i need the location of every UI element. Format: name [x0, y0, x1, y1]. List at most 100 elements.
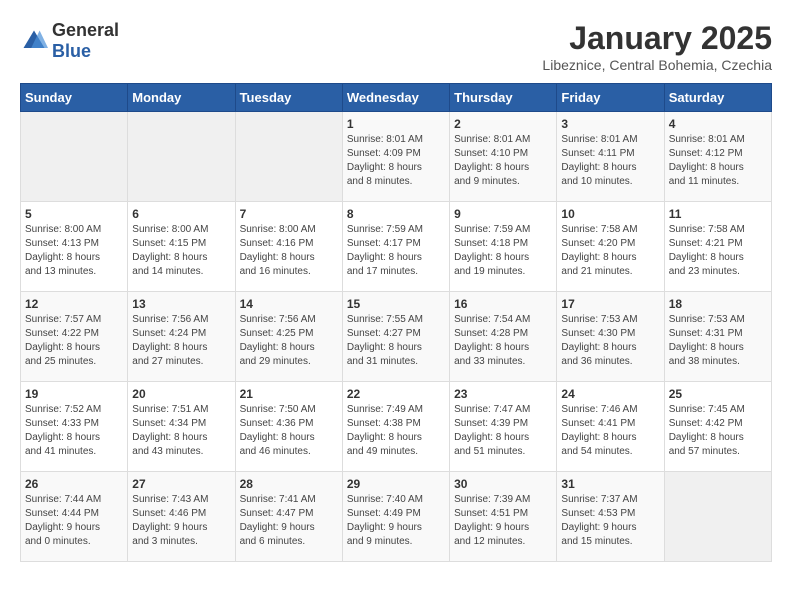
day-info: Sunrise: 7:59 AM Sunset: 4:18 PM Dayligh… [454, 223, 552, 279]
calendar-cell: 5 Sunrise: 8:00 AM Sunset: 4:13 PM Daylig… [21, 202, 128, 292]
day-info: Sunrise: 7:53 AM Sunset: 4:31 PM Dayligh… [669, 313, 767, 369]
calendar-cell: 30Sunrise: 7:39 AM Sunset: 4:51 PM Dayli… [450, 472, 557, 562]
calendar-cell: 4 Sunrise: 8:01 AM Sunset: 4:12 PM Daylig… [664, 112, 771, 202]
title-section: January 2025 Libeznice, Central Bohemia,… [542, 20, 772, 73]
day-number: 11 [669, 207, 767, 221]
day-info: Sunrise: 7:54 AM Sunset: 4:28 PM Dayligh… [454, 313, 552, 369]
day-info: Sunrise: 7:45 AM Sunset: 4:42 PM Dayligh… [669, 403, 767, 459]
calendar-cell: 27 Sunrise: 7:43 AM Sunset: 4:46 PM Dayli… [128, 472, 235, 562]
day-info: Sunrise: 7:50 AM Sunset: 4:36 PM Dayligh… [240, 403, 338, 459]
day-info: Sunrise: 8:00 AM Sunset: 4:16 PM Dayligh… [240, 223, 338, 279]
day-info: Sunrise: 7:56 AM Sunset: 4:24 PM Dayligh… [132, 313, 230, 369]
day-info: Sunrise: 7:58 AM Sunset: 4:21 PM Dayligh… [669, 223, 767, 279]
day-number: 19 [25, 387, 123, 401]
weekday-header: Tuesday [235, 84, 342, 112]
day-info: Sunrise: 7:56 AM Sunset: 4:25 PM Dayligh… [240, 313, 338, 369]
day-number: 27 [132, 477, 230, 491]
weekday-header: Saturday [664, 84, 771, 112]
day-number: 25 [669, 387, 767, 401]
calendar-cell: 20 Sunrise: 7:51 AM Sunset: 4:34 PM Dayli… [128, 382, 235, 472]
day-info: Sunrise: 8:01 AM Sunset: 4:12 PM Dayligh… [669, 133, 767, 189]
day-info: Sunrise: 8:00 AM Sunset: 4:13 PM Dayligh… [25, 223, 123, 279]
day-info: Sunrise: 7:49 AM Sunset: 4:38 PM Dayligh… [347, 403, 445, 459]
day-info: Sunrise: 7:58 AM Sunset: 4:20 PM Dayligh… [561, 223, 659, 279]
day-info: Sunrise: 7:41 AM Sunset: 4:47 PM Dayligh… [240, 493, 338, 549]
logo: General Blue [20, 20, 119, 62]
weekday-header: Sunday [21, 84, 128, 112]
day-number: 3 [561, 117, 659, 131]
day-number: 17 [561, 297, 659, 311]
day-number: 10 [561, 207, 659, 221]
day-number: 14 [240, 297, 338, 311]
day-number: 24 [561, 387, 659, 401]
calendar-cell: 21Sunrise: 7:50 AM Sunset: 4:36 PM Dayli… [235, 382, 342, 472]
weekday-header: Monday [128, 84, 235, 112]
day-number: 4 [669, 117, 767, 131]
day-info: Sunrise: 7:55 AM Sunset: 4:27 PM Dayligh… [347, 313, 445, 369]
weekday-header-row: SundayMondayTuesdayWednesdayThursdayFrid… [21, 84, 772, 112]
day-info: Sunrise: 8:00 AM Sunset: 4:15 PM Dayligh… [132, 223, 230, 279]
calendar-cell: 9Sunrise: 7:59 AM Sunset: 4:18 PM Daylig… [450, 202, 557, 292]
day-number: 18 [669, 297, 767, 311]
day-number: 22 [347, 387, 445, 401]
calendar-cell: 22 Sunrise: 7:49 AM Sunset: 4:38 PM Dayli… [342, 382, 449, 472]
day-info: Sunrise: 7:53 AM Sunset: 4:30 PM Dayligh… [561, 313, 659, 369]
calendar-cell [235, 112, 342, 202]
day-number: 13 [132, 297, 230, 311]
calendar-cell: 12 Sunrise: 7:57 AM Sunset: 4:22 PM Dayli… [21, 292, 128, 382]
calendar-week-row: 19 Sunrise: 7:52 AM Sunset: 4:33 PM Dayli… [21, 382, 772, 472]
weekday-header: Thursday [450, 84, 557, 112]
calendar-cell: 7 Sunrise: 8:00 AM Sunset: 4:16 PM Daylig… [235, 202, 342, 292]
day-info: Sunrise: 7:46 AM Sunset: 4:41 PM Dayligh… [561, 403, 659, 459]
calendar-cell [128, 112, 235, 202]
calendar-cell: 31Sunrise: 7:37 AM Sunset: 4:53 PM Dayli… [557, 472, 664, 562]
calendar-cell: 10 Sunrise: 7:58 AM Sunset: 4:20 PM Dayli… [557, 202, 664, 292]
day-info: Sunrise: 8:01 AM Sunset: 4:11 PM Dayligh… [561, 133, 659, 189]
calendar-cell: 1Sunrise: 8:01 AM Sunset: 4:09 PM Daylig… [342, 112, 449, 202]
calendar-week-row: 1Sunrise: 8:01 AM Sunset: 4:09 PM Daylig… [21, 112, 772, 202]
calendar-cell: 25 Sunrise: 7:45 AM Sunset: 4:42 PM Dayli… [664, 382, 771, 472]
day-number: 28 [240, 477, 338, 491]
calendar-cell: 23Sunrise: 7:47 AM Sunset: 4:39 PM Dayli… [450, 382, 557, 472]
day-info: Sunrise: 7:40 AM Sunset: 4:49 PM Dayligh… [347, 493, 445, 549]
logo-icon [20, 27, 48, 55]
day-info: Sunrise: 7:51 AM Sunset: 4:34 PM Dayligh… [132, 403, 230, 459]
calendar-cell: 14 Sunrise: 7:56 AM Sunset: 4:25 PM Dayli… [235, 292, 342, 382]
calendar-cell: 24 Sunrise: 7:46 AM Sunset: 4:41 PM Dayli… [557, 382, 664, 472]
day-info: Sunrise: 7:47 AM Sunset: 4:39 PM Dayligh… [454, 403, 552, 459]
day-info: Sunrise: 7:37 AM Sunset: 4:53 PM Dayligh… [561, 493, 659, 549]
calendar: SundayMondayTuesdayWednesdayThursdayFrid… [20, 83, 772, 562]
logo-general: General [52, 20, 119, 40]
day-number: 29 [347, 477, 445, 491]
calendar-cell [664, 472, 771, 562]
calendar-cell: 6Sunrise: 8:00 AM Sunset: 4:15 PM Daylig… [128, 202, 235, 292]
calendar-cell: 16Sunrise: 7:54 AM Sunset: 4:28 PM Dayli… [450, 292, 557, 382]
location-title: Libeznice, Central Bohemia, Czechia [542, 57, 772, 73]
day-number: 7 [240, 207, 338, 221]
day-number: 8 [347, 207, 445, 221]
day-number: 12 [25, 297, 123, 311]
calendar-week-row: 26Sunrise: 7:44 AM Sunset: 4:44 PM Dayli… [21, 472, 772, 562]
calendar-cell: 28 Sunrise: 7:41 AM Sunset: 4:47 PM Dayli… [235, 472, 342, 562]
day-number: 2 [454, 117, 552, 131]
day-info: Sunrise: 7:57 AM Sunset: 4:22 PM Dayligh… [25, 313, 123, 369]
calendar-cell: 18 Sunrise: 7:53 AM Sunset: 4:31 PM Dayli… [664, 292, 771, 382]
day-info: Sunrise: 7:39 AM Sunset: 4:51 PM Dayligh… [454, 493, 552, 549]
page-header: General Blue January 2025 Libeznice, Cen… [20, 20, 772, 73]
calendar-week-row: 5 Sunrise: 8:00 AM Sunset: 4:13 PM Daylig… [21, 202, 772, 292]
calendar-cell: 29 Sunrise: 7:40 AM Sunset: 4:49 PM Dayli… [342, 472, 449, 562]
weekday-header: Wednesday [342, 84, 449, 112]
day-info: Sunrise: 7:52 AM Sunset: 4:33 PM Dayligh… [25, 403, 123, 459]
day-info: Sunrise: 7:43 AM Sunset: 4:46 PM Dayligh… [132, 493, 230, 549]
calendar-week-row: 12 Sunrise: 7:57 AM Sunset: 4:22 PM Dayli… [21, 292, 772, 382]
day-number: 1 [347, 117, 445, 131]
day-info: Sunrise: 7:59 AM Sunset: 4:17 PM Dayligh… [347, 223, 445, 279]
calendar-cell: 2Sunrise: 8:01 AM Sunset: 4:10 PM Daylig… [450, 112, 557, 202]
day-number: 20 [132, 387, 230, 401]
weekday-header: Friday [557, 84, 664, 112]
logo-blue: Blue [52, 41, 91, 61]
day-number: 5 [25, 207, 123, 221]
calendar-cell: 19 Sunrise: 7:52 AM Sunset: 4:33 PM Dayli… [21, 382, 128, 472]
calendar-cell: 26Sunrise: 7:44 AM Sunset: 4:44 PM Dayli… [21, 472, 128, 562]
calendar-cell: 11 Sunrise: 7:58 AM Sunset: 4:21 PM Dayli… [664, 202, 771, 292]
